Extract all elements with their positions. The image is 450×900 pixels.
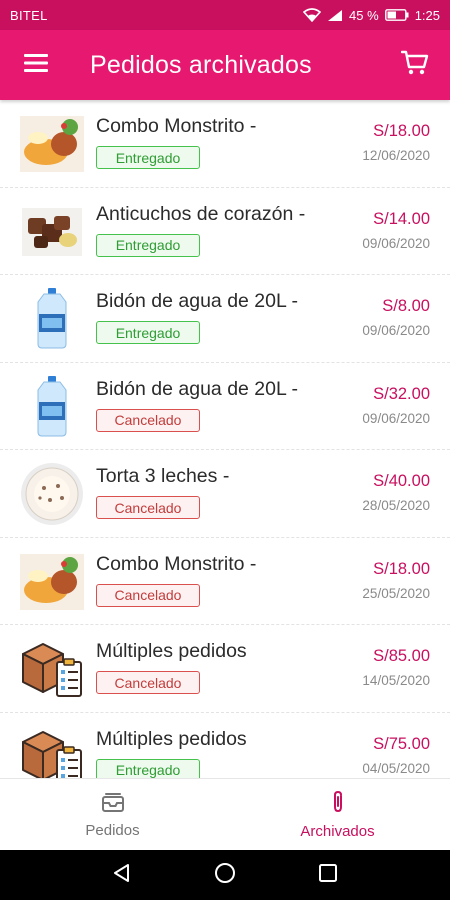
carrier-name: BITEL bbox=[10, 7, 48, 23]
cart-button[interactable] bbox=[380, 30, 450, 100]
battery-icon bbox=[384, 9, 409, 21]
status-badge: Entregado bbox=[96, 321, 200, 344]
archived-orders-list[interactable]: Combo Monstrito - Entregado S/18.00 12/0… bbox=[0, 100, 450, 778]
order-name: Múltiples pedidos bbox=[96, 727, 247, 750]
box-checklist-icon bbox=[20, 725, 84, 778]
combo-food-image bbox=[20, 112, 84, 176]
order-date: 09/06/2020 bbox=[362, 323, 430, 338]
tab-label: Pedidos bbox=[85, 821, 140, 839]
order-price: S/32.00 bbox=[373, 384, 430, 403]
order-row[interactable]: Múltiples pedidos Cancelado S/85.00 14/0… bbox=[0, 625, 450, 713]
inbox-icon bbox=[101, 791, 125, 817]
bottom-nav: Pedidos Archivados bbox=[0, 778, 450, 850]
order-row[interactable]: Anticuchos de corazón - Entregado S/14.0… bbox=[0, 188, 450, 275]
order-name: Combo Monstrito - bbox=[96, 115, 257, 137]
order-name: Múltiples pedidos bbox=[96, 640, 247, 662]
order-date: 25/05/2020 bbox=[362, 585, 430, 601]
clock-time: 1:25 bbox=[414, 7, 440, 23]
order-price: S/18.00 bbox=[373, 559, 430, 578]
order-date: 14/05/2020 bbox=[362, 673, 430, 688]
order-row[interactable]: Múltiples pedidos Entregado S/75.00 04/0… bbox=[0, 713, 450, 778]
status-badge: Cancelado bbox=[96, 671, 200, 694]
order-name: Bidón de agua de 20L - bbox=[96, 290, 299, 312]
back-button[interactable] bbox=[97, 850, 147, 900]
order-date: 09/06/2020 bbox=[362, 410, 430, 426]
order-name: Bidón de agua de 20L - bbox=[96, 377, 299, 400]
status-badge: Cancelado bbox=[96, 496, 200, 519]
order-row[interactable]: Combo Monstrito - Entregado S/18.00 12/0… bbox=[0, 100, 450, 188]
wifi-icon bbox=[303, 8, 322, 22]
water-jug-image bbox=[20, 375, 84, 439]
order-price: S/18.00 bbox=[373, 122, 430, 140]
home-button[interactable] bbox=[200, 850, 250, 900]
recents-square-icon bbox=[318, 863, 338, 888]
box-checklist-icon bbox=[20, 637, 84, 701]
order-row[interactable]: Bidón de agua de 20L - Entregado S/8.00 … bbox=[0, 275, 450, 363]
status-bar: BITEL 45 % 1:25 bbox=[0, 0, 450, 30]
signal-icon bbox=[327, 9, 343, 22]
system-nav-bar bbox=[0, 850, 450, 900]
order-date: 12/06/2020 bbox=[362, 148, 430, 163]
order-row[interactable]: Combo Monstrito - Cancelado S/18.00 25/0… bbox=[0, 538, 450, 625]
order-row[interactable]: Torta 3 leches - Cancelado S/40.00 28/05… bbox=[0, 450, 450, 538]
order-date: 09/06/2020 bbox=[362, 235, 430, 251]
order-price: S/40.00 bbox=[373, 472, 430, 490]
home-circle-icon bbox=[214, 862, 236, 889]
status-badge: Entregado bbox=[96, 233, 200, 257]
water-jug-image bbox=[20, 287, 84, 351]
cart-icon bbox=[400, 50, 429, 81]
order-price: S/85.00 bbox=[373, 647, 430, 665]
order-price: S/14.00 bbox=[373, 209, 430, 228]
status-badge: Entregado bbox=[96, 146, 200, 169]
recents-button[interactable] bbox=[303, 850, 353, 900]
menu-button[interactable] bbox=[0, 30, 72, 100]
order-name: Combo Monstrito - bbox=[96, 552, 257, 575]
status-icons: 45 % 1:25 bbox=[303, 8, 440, 23]
back-triangle-icon bbox=[112, 863, 132, 888]
combo-food-image bbox=[20, 550, 84, 614]
order-date: 04/05/2020 bbox=[362, 760, 430, 776]
order-row[interactable]: Bidón de agua de 20L - Cancelado S/32.00… bbox=[0, 363, 450, 450]
status-badge: Entregado bbox=[96, 758, 200, 778]
paperclip-icon bbox=[329, 790, 347, 818]
order-price: S/75.00 bbox=[373, 734, 430, 753]
tab-label: Archivados bbox=[300, 822, 375, 840]
hamburger-icon bbox=[24, 53, 48, 78]
order-name: Anticuchos de corazón - bbox=[96, 202, 306, 225]
status-badge: Cancelado bbox=[96, 408, 200, 432]
app-bar: Pedidos archivados bbox=[0, 30, 450, 100]
anticuchos-image bbox=[20, 200, 84, 264]
order-price: S/8.00 bbox=[382, 297, 430, 315]
tab-archivados[interactable]: Archivados bbox=[225, 779, 450, 850]
cake-image bbox=[20, 462, 84, 526]
tab-pedidos[interactable]: Pedidos bbox=[0, 779, 225, 850]
order-name: Torta 3 leches - bbox=[96, 465, 230, 487]
status-badge: Cancelado bbox=[96, 583, 200, 607]
page-title: Pedidos archivados bbox=[90, 50, 312, 79]
battery-percent: 45 % bbox=[349, 7, 379, 23]
order-date: 28/05/2020 bbox=[362, 498, 430, 513]
